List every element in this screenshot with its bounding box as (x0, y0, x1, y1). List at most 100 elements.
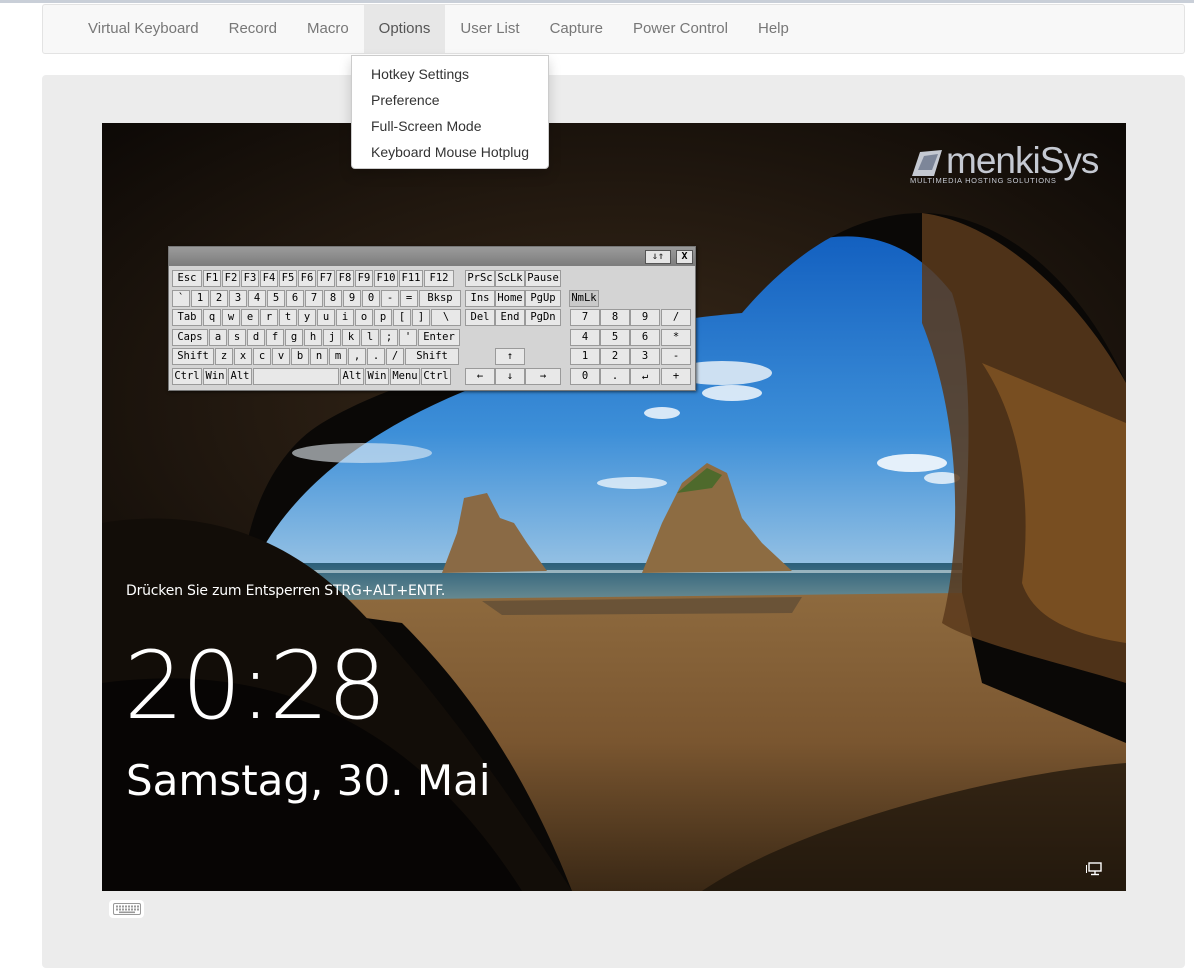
key-np-minus[interactable]: - (661, 348, 691, 365)
dropdown-item-full-screen-mode[interactable]: Full-Screen Mode (352, 113, 548, 139)
key-h[interactable]: h (304, 329, 322, 346)
key-f[interactable]: f (266, 329, 284, 346)
key-f5[interactable]: F5 (279, 270, 297, 287)
key-ctrl[interactable]: Ctrl (421, 368, 451, 385)
key-alt[interactable]: Alt (340, 368, 364, 385)
key-np-7[interactable]: 7 (570, 309, 600, 326)
key-tab[interactable]: Tab (172, 309, 202, 326)
key-np-5[interactable]: 5 (600, 329, 630, 346)
dropdown-item-preference[interactable]: Preference (352, 87, 548, 113)
key-f10[interactable]: F10 (374, 270, 398, 287)
key-np-0[interactable]: 0 (570, 368, 600, 385)
key-space[interactable] (253, 368, 339, 385)
keyboard-toggle-button[interactable] (109, 900, 144, 918)
key-z[interactable]: z (215, 348, 233, 365)
key-win[interactable]: Win (203, 368, 227, 385)
key-up-arrow[interactable]: ↑ (495, 348, 525, 365)
key-shift[interactable]: Shift (405, 348, 459, 365)
key-home[interactable]: Home (495, 290, 525, 307)
key-esc[interactable]: Esc (172, 270, 202, 287)
key-sym-2-12[interactable]: ] (412, 309, 430, 326)
key-f8[interactable]: F8 (336, 270, 354, 287)
key-r[interactable]: r (260, 309, 278, 326)
minimize-keyboard-button[interactable]: ⇓⇑ (645, 250, 671, 264)
key-prsc[interactable]: PrSc (465, 270, 495, 287)
key-i[interactable]: i (336, 309, 354, 326)
key-np-4[interactable]: 4 (570, 329, 600, 346)
key-f9[interactable]: F9 (355, 270, 373, 287)
key-np-9[interactable]: 9 (630, 309, 660, 326)
virtual-keyboard-titlebar[interactable]: ⇓⇑ X (169, 247, 695, 266)
key-m[interactable]: m (329, 348, 347, 365)
key-q[interactable]: q (203, 309, 221, 326)
key-n[interactable]: n (310, 348, 328, 365)
menu-item-record[interactable]: Record (214, 5, 292, 53)
key-3[interactable]: 3 (229, 290, 247, 307)
key-0[interactable]: 0 (362, 290, 380, 307)
key-y[interactable]: y (298, 309, 316, 326)
key-sym-2-13[interactable]: \ (431, 309, 461, 326)
key-f3[interactable]: F3 (241, 270, 259, 287)
key-d[interactable]: d (247, 329, 265, 346)
key-np-2[interactable]: 2 (600, 348, 630, 365)
key-f11[interactable]: F11 (399, 270, 423, 287)
key-np-3[interactable]: 3 (630, 348, 660, 365)
key-v[interactable]: v (272, 348, 290, 365)
key-f4[interactable]: F4 (260, 270, 278, 287)
key-8[interactable]: 8 (324, 290, 342, 307)
key-ctrl[interactable]: Ctrl (172, 368, 202, 385)
key-pgdn[interactable]: PgDn (525, 309, 561, 326)
key-a[interactable]: a (209, 329, 227, 346)
key-o[interactable]: o (355, 309, 373, 326)
key-sym-1-0[interactable]: ` (172, 290, 190, 307)
key-sym-4-10[interactable]: / (386, 348, 404, 365)
key-j[interactable]: j (323, 329, 341, 346)
key-5[interactable]: 5 (267, 290, 285, 307)
key-w[interactable]: w (222, 309, 240, 326)
key-f7[interactable]: F7 (317, 270, 335, 287)
menu-item-options[interactable]: Options (363, 5, 446, 53)
key-np-8[interactable]: 8 (600, 309, 630, 326)
key-np-1[interactable]: 1 (570, 348, 600, 365)
key-sym-1-11[interactable]: - (381, 290, 399, 307)
close-keyboard-button[interactable]: X (676, 250, 693, 264)
key-sym-2-11[interactable]: [ (393, 309, 411, 326)
menu-item-user-list[interactable]: User List (445, 5, 534, 53)
key-ins[interactable]: Ins (465, 290, 495, 307)
key-s[interactable]: s (228, 329, 246, 346)
dropdown-item-hotkey-settings[interactable]: Hotkey Settings (352, 61, 548, 87)
key-g[interactable]: g (285, 329, 303, 346)
key-7[interactable]: 7 (305, 290, 323, 307)
network-icon[interactable] (1086, 862, 1102, 876)
key-u[interactable]: u (317, 309, 335, 326)
key-pause[interactable]: Pause (525, 270, 561, 287)
key-del[interactable]: Del (465, 309, 495, 326)
menu-item-virtual-keyboard[interactable]: Virtual Keyboard (73, 5, 214, 53)
key-f12[interactable]: F12 (424, 270, 454, 287)
dropdown-item-keyboard-mouse-hotplug[interactable]: Keyboard Mouse Hotplug (352, 139, 548, 165)
key-sclk[interactable]: ScLk (495, 270, 525, 287)
key-c[interactable]: c (253, 348, 271, 365)
key-np-enter[interactable]: ↵ (630, 368, 660, 385)
key-9[interactable]: 9 (343, 290, 361, 307)
key-bksp[interactable]: Bksp (419, 290, 461, 307)
key-p[interactable]: p (374, 309, 392, 326)
key-enter[interactable]: Enter (418, 329, 460, 346)
key-np-plus[interactable]: + (661, 368, 691, 385)
key-right-arrow[interactable]: → (525, 368, 561, 385)
key-k[interactable]: k (342, 329, 360, 346)
key-sym-3-10[interactable]: ; (380, 329, 398, 346)
key-sym-4-8[interactable]: , (348, 348, 366, 365)
key-4[interactable]: 4 (248, 290, 266, 307)
key-t[interactable]: t (279, 309, 297, 326)
key-menu[interactable]: Menu (390, 368, 420, 385)
key-shift[interactable]: Shift (172, 348, 214, 365)
key-l[interactable]: l (361, 329, 379, 346)
key-numlock[interactable]: NmLk (569, 290, 599, 307)
key-f6[interactable]: F6 (298, 270, 316, 287)
key-caps[interactable]: Caps (172, 329, 208, 346)
key-np-multiply[interactable]: * (661, 329, 691, 346)
menu-item-power-control[interactable]: Power Control (618, 5, 743, 53)
key-sym-4-9[interactable]: . (367, 348, 385, 365)
key-6[interactable]: 6 (286, 290, 304, 307)
